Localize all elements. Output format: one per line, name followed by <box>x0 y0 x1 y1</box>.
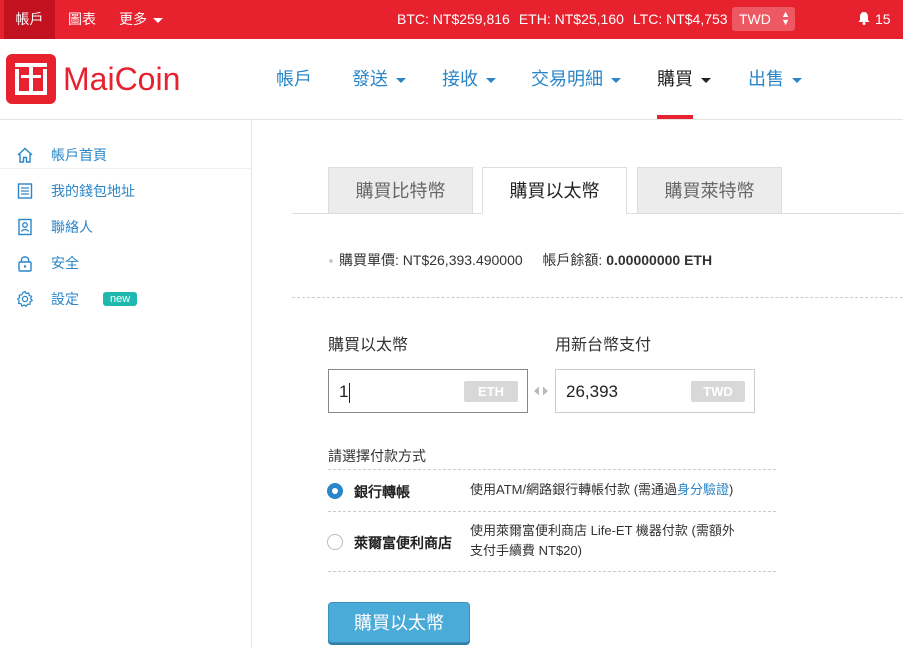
top-link-more-label: 更多 <box>119 11 147 27</box>
identity-verification-link[interactable]: 身分驗證 <box>677 482 729 497</box>
new-badge: new <box>103 292 138 306</box>
chevron-down-icon <box>611 77 621 83</box>
tab-buy-ethereum[interactable]: 購買以太幣 <box>482 167 627 214</box>
price-balance-info: 購買單價: NT$26,393.490000 帳戶餘額: 0.00000000 … <box>329 250 712 270</box>
radio-convenience-store[interactable] <box>327 534 343 550</box>
tab-buy-litecoin[interactable]: 購買萊特幣 <box>637 167 782 214</box>
divider <box>328 511 776 512</box>
nav-buy-label: 購買 <box>657 69 693 89</box>
eth-amount-text: 1 <box>339 382 349 401</box>
logo-text[interactable]: MaiCoin <box>63 59 180 99</box>
divider <box>328 469 776 470</box>
twd-amount-label: 用新台幣支付 <box>555 337 652 354</box>
nav-transactions[interactable]: 交易明細 <box>531 67 621 91</box>
notification-count: 15 <box>875 11 891 27</box>
eth-price: ETH: NT$25,160 <box>518 11 624 27</box>
payment-option-desc: 使用ATM/網路銀行轉帳付款 (需通過身分驗證) <box>470 480 733 500</box>
store-desc-line2: 支付手續費 NT$20) <box>470 543 582 558</box>
sidebar-item-label: 我的錢包地址 <box>51 183 135 199</box>
radio-bank-transfer[interactable] <box>327 483 343 499</box>
lock-icon <box>18 256 32 272</box>
chevron-down-icon <box>153 17 163 23</box>
maicoin-logo-icon[interactable] <box>6 54 56 104</box>
gear-icon <box>16 290 34 308</box>
bell-icon <box>858 12 870 25</box>
chevron-down-icon <box>486 77 496 83</box>
nav-sell[interactable]: 出售 <box>748 67 802 91</box>
select-arrows-icon: ▲ ▼ <box>781 9 790 27</box>
sidebar-item-label: 聯絡人 <box>51 219 93 235</box>
chevron-down-icon <box>701 77 711 83</box>
divider <box>292 297 903 298</box>
eth-unit-tag: ETH <box>464 381 518 402</box>
currency-select-value: TWD <box>739 11 771 27</box>
bank-desc-prefix: 使用ATM/網路銀行轉帳付款 (需通過 <box>470 482 678 497</box>
top-link-account[interactable]: 帳戶 <box>4 0 55 39</box>
nav-account[interactable]: 帳戶 <box>276 67 312 91</box>
store-desc-line1: 使用萊爾富便利商店 Life-ET 機器付款 (需額外 <box>470 523 735 538</box>
top-link-more[interactable]: 更多 <box>107 0 175 39</box>
payment-method-title: 請選擇付款方式 <box>328 448 426 464</box>
payment-option-name[interactable]: 銀行轉帳 <box>354 482 410 502</box>
btc-price: BTC: NT$259,816 <box>397 11 510 27</box>
bank-desc-suffix: ) <box>729 482 734 497</box>
text-cursor <box>349 382 351 403</box>
nav-buy[interactable]: 購買 <box>657 67 711 91</box>
nav-sell-label: 出售 <box>748 69 784 89</box>
balance-value: 0.00000000 ETH <box>606 252 713 268</box>
divider <box>328 571 776 572</box>
sidebar-item-label: 帳戶首頁 <box>51 147 107 163</box>
nav-send-label: 發送 <box>352 69 388 89</box>
twd-amount-value: 26,393 <box>566 382 618 401</box>
chevron-down-icon <box>792 77 802 83</box>
bullet-icon <box>329 259 333 264</box>
unit-price-label: 購買單價: <box>339 252 399 268</box>
nav-account-label: 帳戶 <box>276 69 312 89</box>
notifications-button[interactable]: 15 <box>857 0 891 39</box>
eth-amount-value: 1 <box>339 370 351 414</box>
eth-amount-input[interactable]: 1 ETH <box>328 369 528 413</box>
nav-receive-label: 接收 <box>442 69 478 89</box>
tab-buy-bitcoin[interactable]: 購買比特幣 <box>328 167 473 214</box>
top-link-charts[interactable]: 圖表 <box>56 0 108 39</box>
nav-transactions-label: 交易明細 <box>531 69 603 89</box>
nav-send[interactable]: 發送 <box>352 67 406 91</box>
main-header: MaiCoin 帳戶 發送 接收 交易明細 購買 出售 <box>0 39 903 120</box>
currency-select[interactable]: TWD ▲ ▼ <box>732 7 795 31</box>
sidebar-item-settings[interactable]: 設定 new <box>16 287 156 311</box>
list-icon <box>17 183 33 199</box>
twd-amount-input[interactable]: 26,393 TWD <box>555 369 755 413</box>
top-bar: 帳戶 圖表 更多 BTC: NT$259,816 ETH: NT$25,160 LT… <box>0 0 903 39</box>
payment-option-desc: 使用萊爾富便利商店 Life-ET 機器付款 (需額外 支付手續費 NT$20) <box>470 521 735 561</box>
sidebar-item-label: 設定 <box>51 291 79 307</box>
unit-price-value: NT$26,393.490000 <box>402 252 523 268</box>
chevron-down-icon <box>396 77 406 83</box>
ltc-price: LTC: NT$4,753 <box>632 11 728 27</box>
sidebar-divider <box>0 168 252 169</box>
sidebar-item-label: 安全 <box>51 255 79 271</box>
balance-label: 帳戶餘額: <box>542 252 603 268</box>
swap-arrows-icon <box>534 386 548 396</box>
twd-unit-tag: TWD <box>691 381 745 402</box>
sidebar: 帳戶首頁 我的錢包地址 聯絡人 安全 設定 new <box>0 120 252 648</box>
eth-amount-label: 購買以太幣 <box>328 337 409 354</box>
payment-option-name[interactable]: 萊爾富便利商店 <box>354 533 452 553</box>
active-nav-indicator <box>657 115 693 119</box>
buy-ethereum-button[interactable]: 購買以太幣 <box>328 602 470 643</box>
price-ticker: BTC: NT$259,816 ETH: NT$25,160 LTC: NT$4,7… <box>397 0 737 39</box>
home-icon <box>17 147 33 163</box>
contacts-icon <box>18 218 32 236</box>
nav-receive[interactable]: 接收 <box>442 67 496 91</box>
